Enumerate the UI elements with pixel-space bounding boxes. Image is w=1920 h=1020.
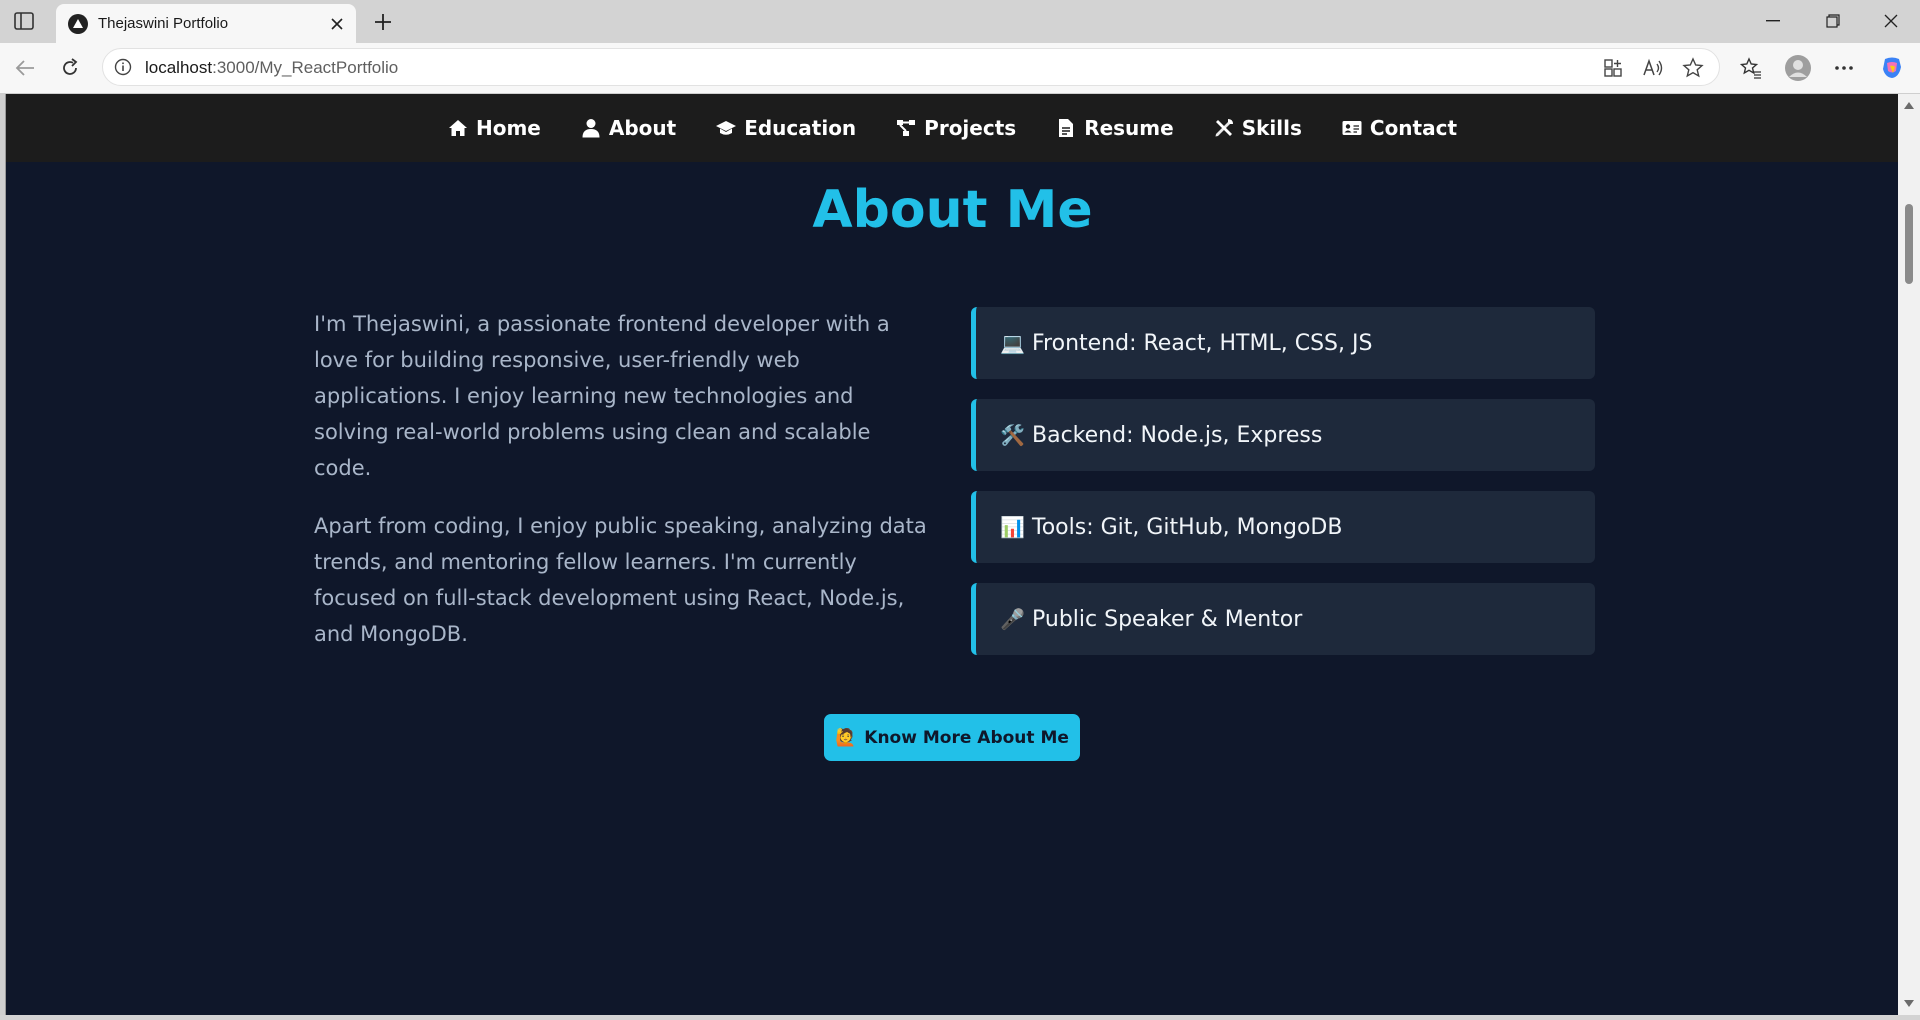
project-diagram-icon [897,120,916,136]
skill-card-tools: 📊 Tools: Git, GitHub, MongoDB [971,491,1595,563]
nav-skills[interactable]: Skills [1214,116,1302,140]
file-icon [1059,119,1074,137]
user-icon [582,119,600,138]
nav-about[interactable]: About [581,116,676,140]
browser-toolbar: localhost:3000/My_ReactPortfolio [0,43,1920,93]
reload-icon[interactable] [55,53,85,83]
close-window-icon[interactable] [1868,6,1914,36]
nav-education-label: Education [744,116,857,140]
know-more-button[interactable]: 🙋 Know More About Me [824,714,1080,761]
nav-resume-label: Resume [1084,116,1174,140]
nav-education[interactable]: Education [716,116,856,140]
more-options-icon[interactable] [1829,53,1859,83]
home-icon [448,120,467,136]
scroll-up-arrow-icon[interactable] [1904,102,1914,109]
about-paragraph: Apart from coding, I enjoy public speaki… [314,514,927,646]
window-bottom-edge [0,1015,1920,1020]
close-tab-icon[interactable] [326,13,348,35]
tools-icon: 🛠️ [1000,423,1025,447]
page-title: About Me [812,180,1093,240]
nav-projects-label: Projects [924,116,1017,140]
navbar: Home About Education Projects Resume Ski… [6,94,1898,162]
browser-tab[interactable]: Thejaswini Portfolio [56,4,356,43]
skill-cards: 💻 Frontend: React, HTML, CSS, JS 🛠️ Back… [971,307,1595,675]
skill-card-backend: 🛠️ Backend: Node.js, Express [971,399,1595,471]
person-raising-hand-icon: 🙋 [835,727,857,748]
nav-projects[interactable]: Projects [896,116,1016,140]
back-icon[interactable] [10,53,40,83]
skill-card-text: Public Speaker & Mentor [1032,606,1303,632]
skill-card-text: Frontend: React, HTML, CSS, JS [1032,330,1373,356]
about-description: I'm Thejaswini, a passionate frontend de… [314,306,934,652]
microphone-icon: 🎤 [1000,607,1025,631]
laptop-icon: 💻 [1000,331,1025,355]
new-tab-icon[interactable] [370,9,396,35]
nav-contact-label: Contact [1369,116,1458,140]
read-aloud-icon[interactable] [1640,55,1666,81]
about-paragraph: I'm Thejaswini, a passionate frontend de… [314,312,890,480]
browser-titlebar: Thejaswini Portfolio [0,0,1920,43]
restore-icon[interactable] [1810,6,1856,36]
address-card-icon [1342,121,1362,135]
site-info-icon[interactable] [113,57,133,77]
skill-card-text: Backend: Node.js, Express [1032,422,1323,448]
page-scrollbar[interactable] [1898,94,1920,1015]
scrollbar-thumb[interactable] [1905,204,1913,284]
skill-card-speaker: 🎤 Public Speaker & Mentor [971,583,1595,655]
nav-resume[interactable]: Resume [1056,116,1174,140]
sidebar-toggle-icon[interactable] [12,10,36,32]
page-viewport: Home About Education Projects Resume Ski… [5,94,1898,1015]
nav-skills-label: Skills [1241,116,1302,140]
tools-icon [1215,119,1233,137]
address-bar[interactable]: localhost:3000/My_ReactPortfolio [102,48,1720,86]
url-host: localhost [145,58,213,77]
copilot-icon[interactable] [1877,53,1907,83]
nav-home-label: Home [475,116,541,140]
nav-about-label: About [608,116,677,140]
nav-contact[interactable]: Contact [1342,116,1457,140]
favorite-star-icon[interactable] [1680,55,1706,81]
url-path: :3000/My_ReactPortfolio [212,58,399,77]
bar-chart-icon: 📊 [1000,515,1025,539]
minimize-icon[interactable] [1750,6,1796,36]
tab-favicon-icon [68,14,88,34]
skill-card-frontend: 💻 Frontend: React, HTML, CSS, JS [971,307,1595,379]
know-more-label: Know More About Me [864,727,1069,748]
skill-card-text: Tools: Git, GitHub, MongoDB [1032,514,1343,540]
scroll-down-arrow-icon[interactable] [1904,1000,1914,1007]
favorites-icon[interactable] [1736,53,1766,83]
nav-home[interactable]: Home [448,116,541,140]
graduation-cap-icon [716,121,737,135]
app-available-icon[interactable] [1600,55,1626,81]
tab-title: Thejaswini Portfolio [98,15,229,32]
profile-avatar[interactable] [1783,53,1813,83]
url-text[interactable]: localhost:3000/My_ReactPortfolio [145,58,398,78]
